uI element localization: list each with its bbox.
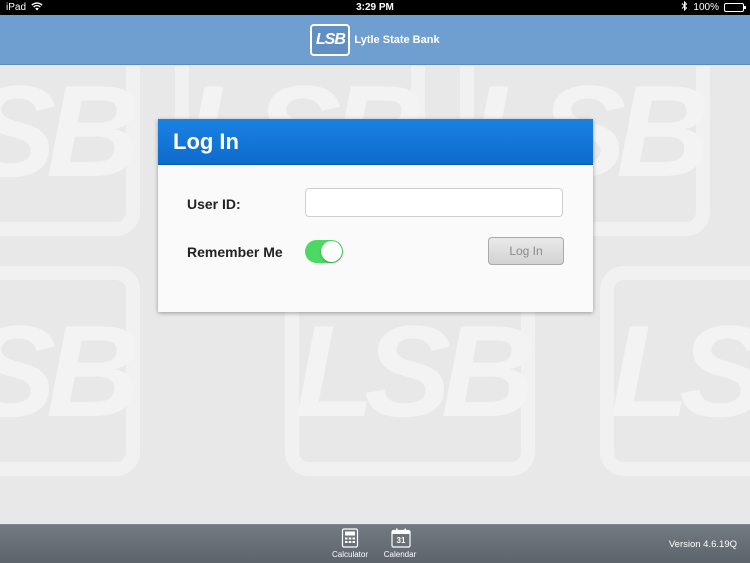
watermark-logo: LSB — [0, 66, 140, 236]
status-right: 100% — [544, 0, 746, 14]
bottom-toolbar: Calculator 31 Calendar Version 4.6.19Q — [0, 524, 750, 563]
calendar-day: 31 — [396, 536, 406, 545]
toggle-knob — [321, 241, 342, 262]
status-left: iPad — [6, 1, 206, 14]
remember-me-label: Remember Me — [187, 244, 283, 260]
bluetooth-icon — [681, 0, 688, 14]
calendar-label: Calendar — [383, 550, 417, 559]
calculator-label: Calculator — [331, 550, 368, 559]
watermark-logo: LSB — [0, 266, 140, 476]
bank-name: Lytle State Bank — [354, 33, 440, 46]
user-id-label: User ID: — [187, 196, 241, 212]
login-card: Log In User ID: Remember Me Log In — [158, 119, 593, 312]
device-name: iPad — [6, 2, 27, 13]
login-button[interactable]: Log In — [488, 237, 564, 265]
calculator-tab[interactable]: Calculator — [325, 528, 375, 559]
version-label: Version 4.6.19Q — [668, 539, 737, 550]
calculator-icon — [341, 528, 359, 548]
user-id-input[interactable] — [305, 188, 563, 217]
app-header: LSB Lytle State Bank — [0, 15, 750, 65]
remember-me-toggle[interactable] — [305, 240, 343, 263]
bank-logo: LSB — [310, 23, 351, 56]
login-title: Log In — [158, 119, 593, 165]
battery-icon — [723, 3, 746, 12]
status-bar: iPad 3:29 PM 100% — [0, 0, 750, 15]
status-time: 3:29 PM — [356, 2, 394, 13]
calendar-icon: 31 — [391, 528, 411, 548]
wifi-icon — [31, 1, 43, 14]
battery-percent: 100% — [693, 2, 719, 13]
calendar-tab[interactable]: 31 Calendar — [375, 528, 425, 559]
watermark-logo: LSB — [600, 266, 750, 476]
